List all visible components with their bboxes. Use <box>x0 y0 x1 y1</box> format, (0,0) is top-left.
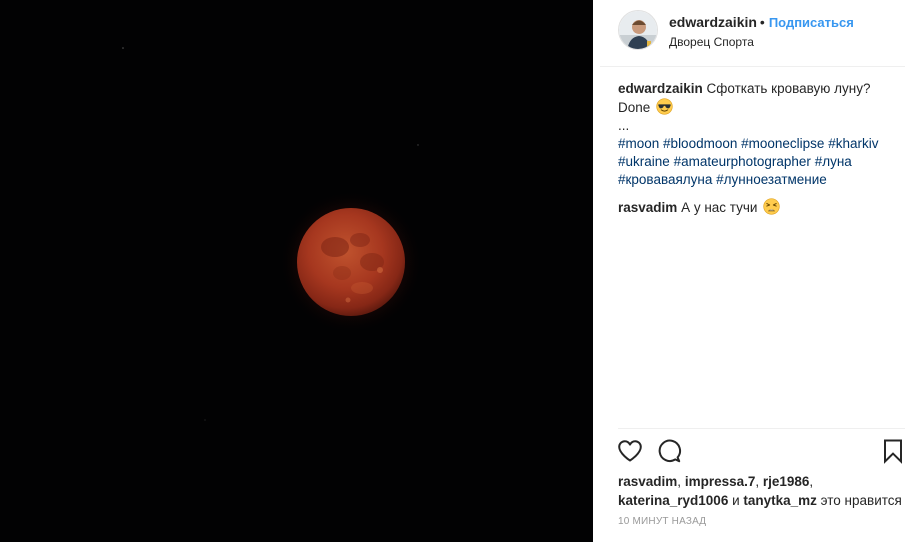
avatar[interactable] <box>618 10 658 50</box>
likes-separator: , <box>755 474 763 489</box>
caption-username[interactable]: edwardzaikin <box>618 81 703 96</box>
liker-username[interactable]: rje1986 <box>763 474 810 489</box>
liker-username[interactable]: katerina_ryd1006 <box>618 493 728 508</box>
liker-username[interactable]: rasvadim <box>618 474 677 489</box>
comments-section: edwardzaikin Сфоткать кровавую луну? Don… <box>618 80 903 217</box>
blood-moon-photo <box>0 0 593 542</box>
separator-dot: • <box>759 14 765 30</box>
hashtag-link[interactable]: #лунноезатмение <box>716 172 827 187</box>
hashtag-link[interactable]: #kharkiv <box>828 136 878 151</box>
actions-divider <box>618 428 905 429</box>
location-link[interactable]: Дворец Спорта <box>669 35 754 49</box>
caption: edwardzaikin Сфоткать кровавую луну? Don… <box>618 80 903 189</box>
hashtag-link[interactable]: #кроваваялуна <box>618 172 712 187</box>
comment-button[interactable] <box>656 438 682 464</box>
hashtag-link[interactable]: #bloodmoon <box>663 136 737 151</box>
post-side-panel: edwardzaikin • Подписаться Дворец Спорта e… <box>600 0 923 542</box>
hashtag-link[interactable]: #moon <box>618 136 659 151</box>
avatar-image <box>619 11 657 49</box>
hashtag-link[interactable]: #луна <box>815 154 852 169</box>
save-button[interactable] <box>881 438 905 464</box>
author-username[interactable]: edwardzaikin <box>669 14 757 30</box>
heart-icon <box>618 440 642 462</box>
comment-username[interactable]: rasvadim <box>618 200 677 215</box>
comment-item: rasvadim А у нас тучи <box>618 198 903 217</box>
moon <box>297 208 405 316</box>
likes-separator: , <box>809 474 814 489</box>
tired-face-emoji-icon <box>763 198 780 215</box>
instagram-post-view: edwardzaikin • Подписаться Дворец Спорта e… <box>0 0 923 542</box>
hashtag-link[interactable]: #amateurphotographer <box>674 154 811 169</box>
caption-ellipsis: ... <box>618 118 630 133</box>
likes-separator: , <box>677 474 685 489</box>
post-photo[interactable] <box>0 0 593 542</box>
likes-suffix: это нравится <box>816 493 902 508</box>
follow-button[interactable]: Подписаться <box>769 15 854 30</box>
comment-text: А у нас тучи <box>681 200 758 215</box>
header-title-line: edwardzaikin • Подписаться <box>669 14 854 30</box>
caption-text-line1: Сфоткать кровавую луну? <box>706 81 871 96</box>
hashtag-link[interactable]: #ukraine <box>618 154 670 169</box>
like-button[interactable] <box>617 438 643 464</box>
caption-text-line2: Done <box>618 100 651 115</box>
comment-icon <box>658 439 682 463</box>
likes-summary: rasvadim, impressa.7, rje1986, katerina_… <box>618 472 918 510</box>
liker-username[interactable]: impressa.7 <box>685 474 756 489</box>
liker-username[interactable]: tanytka_mz <box>743 493 817 508</box>
hashtag-link[interactable]: #mooneclipse <box>741 136 824 151</box>
likes-conjunction: и <box>728 493 744 508</box>
post-header: edwardzaikin • Подписаться Дворец Спорта <box>600 0 905 67</box>
bookmark-icon <box>884 439 902 464</box>
sunglasses-emoji-icon <box>656 98 673 115</box>
post-timestamp[interactable]: 10 МИНУТ НАЗАД <box>618 516 706 527</box>
